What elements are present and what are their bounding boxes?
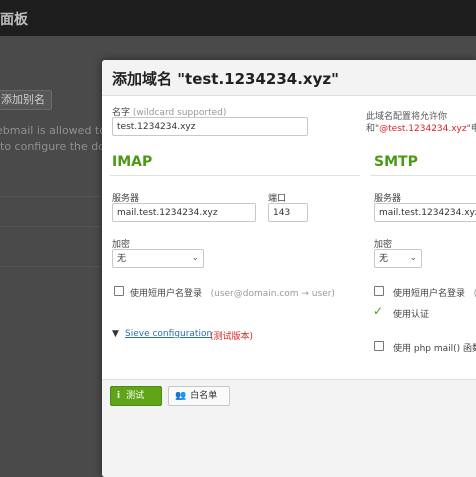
- app-title: 面板: [0, 12, 28, 28]
- smtp-section-title: SMTP: [374, 154, 418, 170]
- test-button[interactable]: i 测试: [110, 386, 162, 406]
- smtp-short-login-text: 使用短用户名登录: [393, 289, 466, 299]
- imap-divider: [110, 175, 360, 176]
- whitelist-button[interactable]: 👥 白名单: [168, 386, 230, 406]
- smtp-php-mail-checkbox[interactable]: [374, 341, 384, 351]
- smtp-php-mail-label: 使用 php mail() 函数: [393, 344, 476, 354]
- imap-short-login-checkbox[interactable]: [114, 286, 124, 296]
- add-alias-button[interactable]: 添加别名: [0, 90, 52, 110]
- smtp-server-input[interactable]: mail.test.1234234.xyz: [374, 203, 476, 222]
- background-divider: [0, 196, 102, 197]
- chevron-down-icon: ⌄: [191, 253, 199, 263]
- add-domain-dialog: 添加域名 "test.1234234.xyz" 名字 (wildcard sup…: [102, 60, 476, 477]
- imap-short-login-hint: (user@domain.com → user): [210, 289, 335, 299]
- chevron-down-icon: ⌄: [409, 253, 417, 263]
- imap-server-input[interactable]: mail.test.1234234.xyz: [112, 203, 256, 222]
- background-divider: [0, 266, 102, 267]
- dialog-title: 添加域名 "test.1234234.xyz": [112, 70, 339, 88]
- sieve-beta-label: (测试版本): [210, 332, 254, 342]
- top-bar: 面板: [0, 0, 476, 36]
- test-button-label: 测试: [126, 391, 145, 401]
- checkmark-icon[interactable]: ✓: [373, 305, 383, 317]
- dialog-header: 添加域名 "test.1234234.xyz": [102, 60, 476, 96]
- smtp-encryption-select[interactable]: 无 ⌄: [374, 249, 422, 268]
- note-suffix: "电子: [466, 124, 476, 134]
- smtp-short-login-checkbox[interactable]: [374, 286, 384, 296]
- smtp-use-auth-label: 使用认证: [393, 310, 430, 320]
- sieve-configuration-link[interactable]: Sieve configuration: [125, 329, 212, 339]
- note-prefix: 和": [366, 124, 380, 134]
- users-icon: 👥: [175, 391, 187, 401]
- background-divider: [0, 226, 102, 227]
- filter-icon: ▼: [112, 329, 119, 339]
- note-domain: @test.1234234.xyz: [379, 124, 467, 134]
- dialog-footer: i 测试 👥 白名单: [102, 379, 476, 477]
- smtp-divider: [370, 175, 476, 176]
- imap-section-title: IMAP: [112, 154, 153, 170]
- imap-encryption-select[interactable]: 无 ⌄: [112, 249, 204, 268]
- info-icon: i: [117, 391, 121, 401]
- domain-note-line2: 和"@test.1234234.xyz"电子: [366, 121, 476, 134]
- smtp-short-login-label: 使用短用户名登录 (: [393, 286, 476, 299]
- imap-port-input[interactable]: 143: [268, 203, 308, 222]
- imap-short-login-text: 使用短用户名登录: [130, 289, 203, 299]
- imap-short-login-label: 使用短用户名登录 (user@domain.com → user): [130, 286, 335, 299]
- domain-name-input[interactable]: test.1234234.xyz: [112, 117, 308, 136]
- smtp-encryption-value: 无: [379, 254, 389, 264]
- whitelist-button-label: 白名单: [190, 391, 218, 401]
- imap-encryption-value: 无: [117, 254, 127, 264]
